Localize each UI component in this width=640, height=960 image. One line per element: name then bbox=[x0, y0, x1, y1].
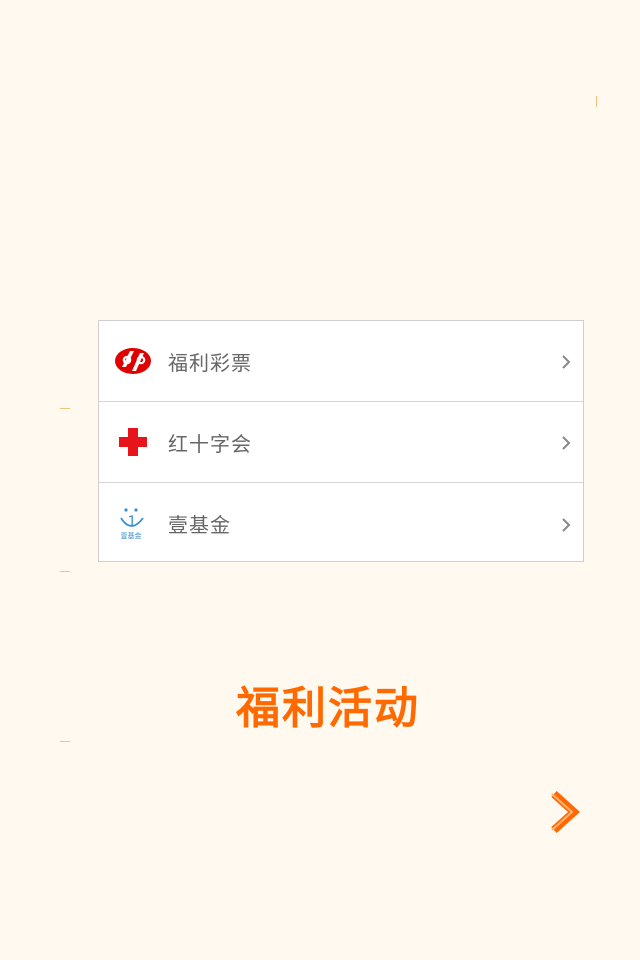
chevron-right-icon bbox=[561, 354, 571, 369]
next-arrow-button[interactable] bbox=[548, 790, 582, 834]
list-item-welfare-lottery[interactable]: 福利彩票 bbox=[99, 321, 583, 402]
chevron-right-icon bbox=[561, 435, 571, 450]
chevron-right-icon bbox=[561, 517, 571, 532]
svg-text:1: 1 bbox=[128, 514, 137, 530]
decorative-dash bbox=[60, 408, 70, 409]
chevron-right-icon bbox=[551, 791, 580, 833]
svg-text:壹基金: 壹基金 bbox=[121, 531, 142, 540]
list-item-one-foundation[interactable]: 1 壹基金 壹基金 bbox=[99, 483, 583, 564]
event-title: 福利活动 bbox=[236, 683, 420, 734]
one-foundation-logo-icon: 1 壹基金 bbox=[113, 504, 153, 544]
charity-list: 福利彩票 红十字会 1 壹基金 壹基金 bbox=[98, 320, 584, 562]
list-item-label: 福利彩票 bbox=[168, 350, 252, 375]
decorative-tick bbox=[596, 96, 597, 107]
list-item-red-cross[interactable]: 红十字会 bbox=[99, 402, 583, 483]
red-cross-logo-icon bbox=[113, 422, 153, 462]
decorative-dash bbox=[60, 741, 70, 742]
welfare-lottery-logo-icon bbox=[113, 341, 153, 381]
list-item-label: 壹基金 bbox=[168, 513, 231, 537]
list-item-label: 红十字会 bbox=[168, 431, 252, 456]
decorative-dash bbox=[60, 571, 70, 572]
